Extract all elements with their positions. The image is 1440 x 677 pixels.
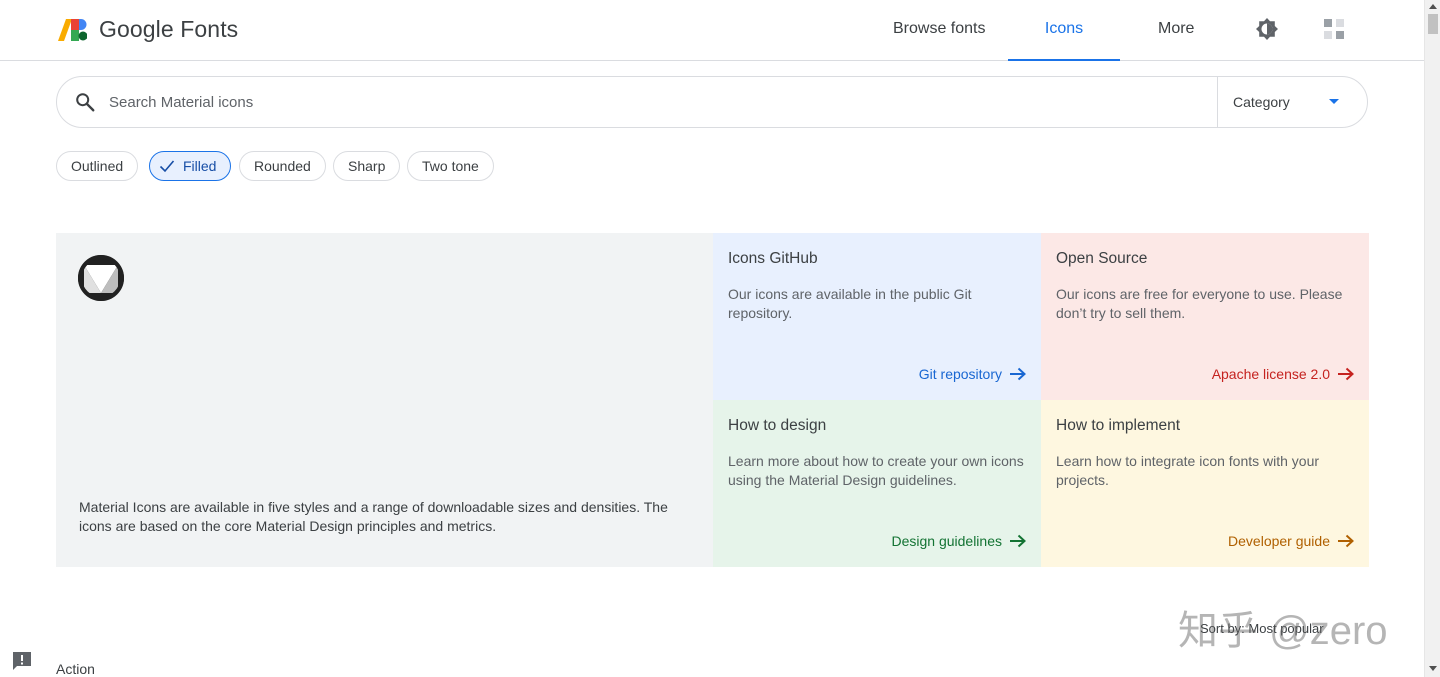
search-bar: Category <box>56 76 1368 128</box>
feedback-icon[interactable] <box>11 650 33 672</box>
vertical-scrollbar[interactable] <box>1424 0 1440 677</box>
search-icon[interactable] <box>74 91 96 113</box>
chip-label: Filled <box>183 158 217 174</box>
card-text: Our icons are free for everyone to use. … <box>1056 286 1343 321</box>
design-guidelines-link[interactable]: Design guidelines <box>891 533 1027 549</box>
card-how-to-design: How to design Learn more about how to cr… <box>713 400 1041 567</box>
link-label: Developer guide <box>1228 533 1330 549</box>
check-icon <box>159 160 175 173</box>
chip-label: Sharp <box>348 158 386 174</box>
card-open-source: Open Source Our icons are free for every… <box>1041 233 1369 400</box>
top-app-bar: Google Fonts Browse fonts Icons More <box>0 0 1424 61</box>
hero-intro-panel: Material Icons are available in five sty… <box>56 233 713 567</box>
link-label: Git repository <box>918 366 1002 382</box>
chip-outlined[interactable]: Outlined <box>56 151 139 181</box>
card-title: How to design <box>728 417 827 434</box>
developer-guide-link[interactable]: Developer guide <box>1228 533 1355 549</box>
brightness-icon[interactable] <box>1255 17 1279 41</box>
arrow-forward-icon <box>1010 367 1026 381</box>
section-title-action: Action <box>56 661 95 677</box>
card-title: Icons GitHub <box>728 250 818 267</box>
chip-sharp[interactable]: Sharp <box>333 151 401 181</box>
chip-filled[interactable]: Filled <box>149 151 232 181</box>
card-text: Learn how to integrate icon fonts with y… <box>1056 453 1320 488</box>
apps-grid-icon[interactable] <box>1323 18 1345 40</box>
card-title: How to implement <box>1056 417 1181 434</box>
nav-more[interactable]: More <box>1158 0 1194 61</box>
scroll-up-arrow-icon[interactable] <box>1429 4 1437 9</box>
chip-label: Outlined <box>71 158 124 174</box>
category-dropdown[interactable]: Category <box>1218 77 1368 127</box>
nav-icons-tab[interactable]: Icons <box>1008 0 1120 61</box>
card-text: Learn more about how to create your own … <box>728 453 1024 488</box>
card-text: Our icons are available in the public Gi… <box>728 286 972 321</box>
arrow-forward-icon <box>1010 534 1026 548</box>
material-logo-icon <box>78 255 124 301</box>
brand-title[interactable]: Google Fonts <box>99 16 238 43</box>
arrow-forward-icon <box>1338 534 1354 548</box>
scroll-thumb[interactable] <box>1428 14 1438 34</box>
search-input[interactable] <box>109 87 1209 117</box>
hero-description: Material Icons are available in five sty… <box>79 499 668 534</box>
scroll-down-arrow-icon[interactable] <box>1429 666 1437 671</box>
chip-label: Rounded <box>254 158 311 174</box>
watermark: 知乎 @zero <box>1178 609 1388 653</box>
card-how-to-implement: How to implement Learn how to integrate … <box>1041 400 1369 567</box>
category-label: Category <box>1233 94 1290 110</box>
page: Google Fonts Browse fonts Icons More Cat… <box>0 0 1424 677</box>
arrow-forward-icon <box>1338 367 1354 381</box>
chip-rounded[interactable]: Rounded <box>239 151 326 181</box>
card-title: Open Source <box>1056 250 1148 267</box>
google-fonts-logo-icon[interactable] <box>57 17 87 42</box>
git-repository-link[interactable]: Git repository <box>919 366 1027 382</box>
apache-license-link[interactable]: Apache license 2.0 <box>1212 366 1355 382</box>
card-icons-github: Icons GitHub Our icons are available in … <box>713 233 1041 400</box>
nav-browse-fonts[interactable]: Browse fonts <box>893 0 985 61</box>
chip-label: Two tone <box>422 158 479 174</box>
hero-section: Material Icons are available in five sty… <box>56 233 1369 567</box>
link-label: Apache license 2.0 <box>1211 366 1330 382</box>
caret-down-icon <box>1329 99 1339 104</box>
link-label: Design guidelines <box>891 533 1002 549</box>
chip-two-tone[interactable]: Two tone <box>407 151 494 181</box>
